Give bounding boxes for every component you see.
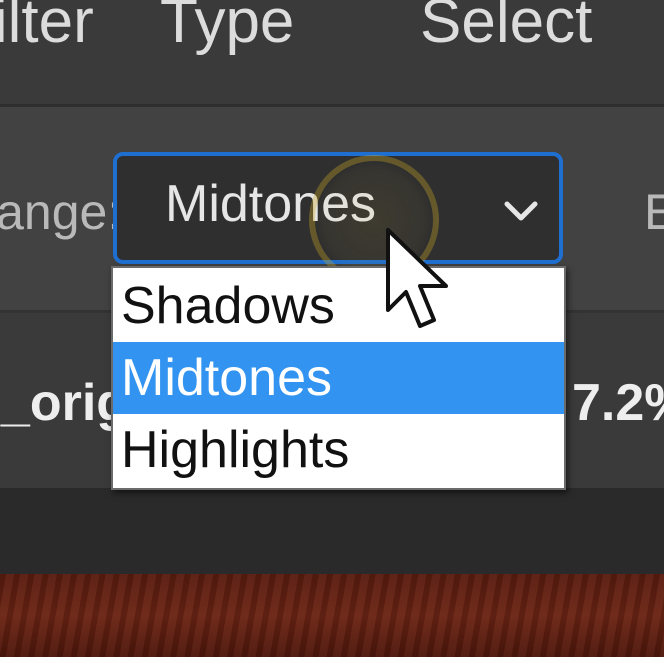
range-dropdown-value: Midtones	[165, 175, 376, 233]
range-label: Range:	[0, 184, 122, 240]
exposure-label: Exposure:	[644, 184, 664, 240]
range-dropdown-list: Shadows Midtones Highlights	[111, 266, 566, 490]
dropdown-option-highlights[interactable]: Highlights	[113, 414, 564, 486]
image-canvas[interactable]	[0, 574, 664, 657]
app-window: Filter Type Select Range: Midtones Expos…	[0, 0, 664, 657]
menu-bar: Filter Type Select	[0, 0, 664, 104]
dropdown-option-midtones[interactable]: Midtones	[113, 342, 564, 414]
range-dropdown[interactable]: Midtones	[113, 152, 563, 264]
dropdown-option-shadows[interactable]: Shadows	[113, 270, 564, 342]
menu-select[interactable]: Select	[420, 0, 592, 62]
chevron-down-icon	[504, 201, 538, 221]
menu-type[interactable]: Type	[160, 0, 294, 62]
document-zoom-level: 7.2%	[572, 374, 664, 432]
menu-filter[interactable]: Filter	[0, 0, 94, 62]
canvas-ruler-strip	[0, 488, 664, 574]
